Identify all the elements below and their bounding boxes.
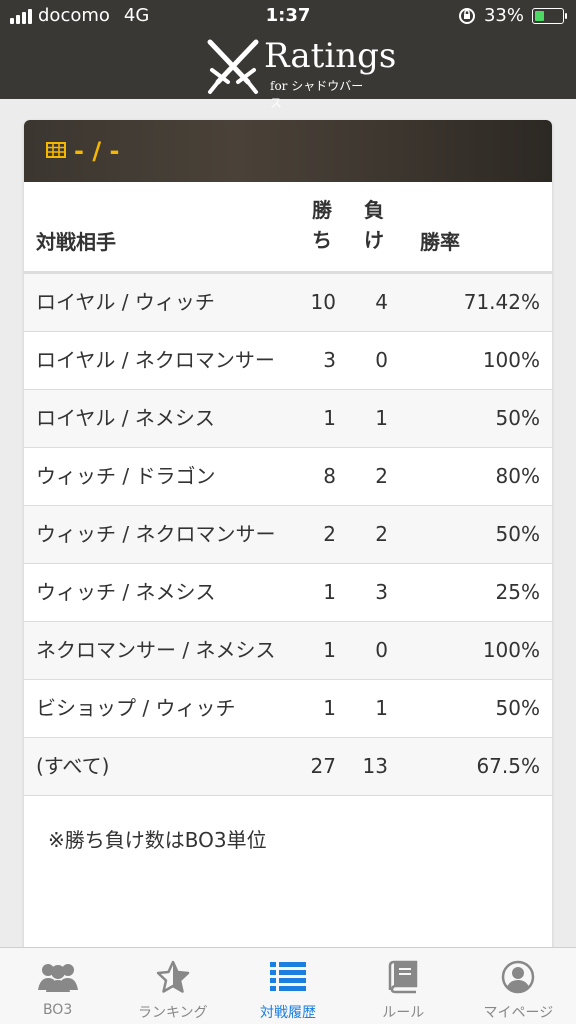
book-icon: [388, 960, 418, 994]
cell-losses: 2: [348, 447, 400, 506]
cell-opponent: ビショップ / ウィッチ: [24, 679, 296, 738]
cell-opponent: ロイヤル / ネメシス: [24, 389, 296, 448]
cell-wins: 1: [296, 679, 348, 738]
cell-rate: 50%: [400, 679, 552, 738]
app-subtitle: for シャドウバース: [270, 79, 364, 110]
tab-bar: BO3 ランキング 対戦履歴 ルール マイページ: [0, 947, 576, 1024]
cell-wins: 1: [296, 621, 348, 680]
app-title: Ratings: [264, 36, 397, 76]
cell-opponent: (すべて): [24, 737, 296, 796]
table-row: ロイヤル / ネクロマンサー 3 0 100%: [24, 331, 552, 390]
cell-rate: 67.5%: [400, 737, 552, 796]
tab-label: 対戦履歴: [260, 1005, 316, 1021]
cell-opponent: ロイヤル / ネクロマンサー: [24, 331, 296, 390]
cell-losses: 1: [348, 389, 400, 448]
tab-ranking[interactable]: ランキング: [115, 948, 230, 1024]
tab-label: BO3: [42, 1002, 73, 1018]
cell-wins: 1: [296, 563, 348, 622]
tab-history[interactable]: 対戦履歴: [230, 948, 345, 1024]
col-rate: 勝率: [400, 182, 552, 274]
cell-wins: 1: [296, 389, 348, 448]
table-icon: [46, 142, 66, 158]
crossed-swords-icon: [207, 39, 259, 94]
results-table: 対戦相手 勝ち 負け 勝率 ロイヤル / ウィッチ 10 4 71.42% ロイ…: [24, 182, 552, 796]
cell-rate: 50%: [400, 389, 552, 448]
cell-opponent: ウィッチ / ネクロマンサー: [24, 505, 296, 564]
cell-rate: 50%: [400, 505, 552, 564]
star-icon: [156, 960, 190, 993]
table-row: ロイヤル / ネメシス 1 1 50%: [24, 389, 552, 448]
user-icon: [502, 960, 535, 994]
cell-rate: 100%: [400, 331, 552, 390]
cell-opponent: ネクロマンサー / ネメシス: [24, 621, 296, 680]
tab-mypage[interactable]: マイページ: [461, 948, 576, 1024]
col-wins: 勝ち: [296, 182, 348, 274]
cell-wins: 10: [296, 272, 348, 332]
history-card: - / - 対戦相手 勝ち 負け 勝率 ロイヤル / ウィッチ 10 4 71.…: [24, 120, 552, 960]
cell-losses: 2: [348, 505, 400, 564]
cell-rate: 25%: [400, 563, 552, 622]
list-icon: [270, 962, 306, 991]
cell-losses: 0: [348, 621, 400, 680]
app-logo[interactable]: Ratings for シャドウバース: [204, 36, 396, 110]
cell-wins: 2: [296, 505, 348, 564]
cell-losses: 3: [348, 563, 400, 622]
cell-rate: 100%: [400, 621, 552, 680]
card-title: - / -: [74, 137, 120, 165]
cell-wins: 27: [296, 737, 348, 796]
tab-bo3[interactable]: BO3: [0, 948, 115, 1024]
table-row: ウィッチ / ネクロマンサー 2 2 50%: [24, 505, 552, 564]
tab-label: マイページ: [483, 1005, 554, 1021]
app-header: Ratings for シャドウバース: [0, 32, 576, 110]
table-row: ネクロマンサー / ネメシス 1 0 100%: [24, 621, 552, 680]
cell-rate: 80%: [400, 447, 552, 506]
tab-label: ルール: [382, 1005, 425, 1021]
table-row: ロイヤル / ウィッチ 10 4 71.42%: [24, 272, 552, 332]
rotation-lock-icon: [458, 7, 475, 24]
table-header-row: 対戦相手 勝ち 負け 勝率: [24, 182, 552, 274]
table-total-row: (すべて) 27 13 67.5%: [24, 737, 552, 796]
cell-wins: 3: [296, 331, 348, 390]
battery-percent: 33%: [483, 5, 524, 26]
cell-losses: 13: [348, 737, 400, 796]
cell-rate: 71.42%: [400, 272, 552, 332]
table-row: ビショップ / ウィッチ 1 1 50%: [24, 679, 552, 738]
table-row: ウィッチ / ドラゴン 8 2 80%: [24, 447, 552, 506]
table-row: ウィッチ / ネメシス 1 3 25%: [24, 563, 552, 622]
cell-losses: 1: [348, 679, 400, 738]
tab-rules[interactable]: ルール: [346, 948, 461, 1024]
col-losses: 負け: [348, 182, 400, 274]
col-opponent: 対戦相手: [24, 182, 296, 274]
users-icon: [37, 964, 78, 992]
tab-label: ランキング: [138, 1005, 208, 1021]
cell-opponent: ロイヤル / ウィッチ: [24, 272, 296, 332]
cell-opponent: ウィッチ / ネメシス: [24, 563, 296, 622]
status-bar: docomo 4G 1:37 33%: [0, 0, 576, 32]
bo3-note: ※勝ち負け数はBO3単位: [48, 828, 267, 852]
cell-wins: 8: [296, 447, 348, 506]
battery-icon: [532, 7, 567, 24]
cell-losses: 4: [348, 272, 400, 332]
card-header: - / -: [24, 120, 552, 182]
cell-losses: 0: [348, 331, 400, 390]
cell-opponent: ウィッチ / ドラゴン: [24, 447, 296, 506]
